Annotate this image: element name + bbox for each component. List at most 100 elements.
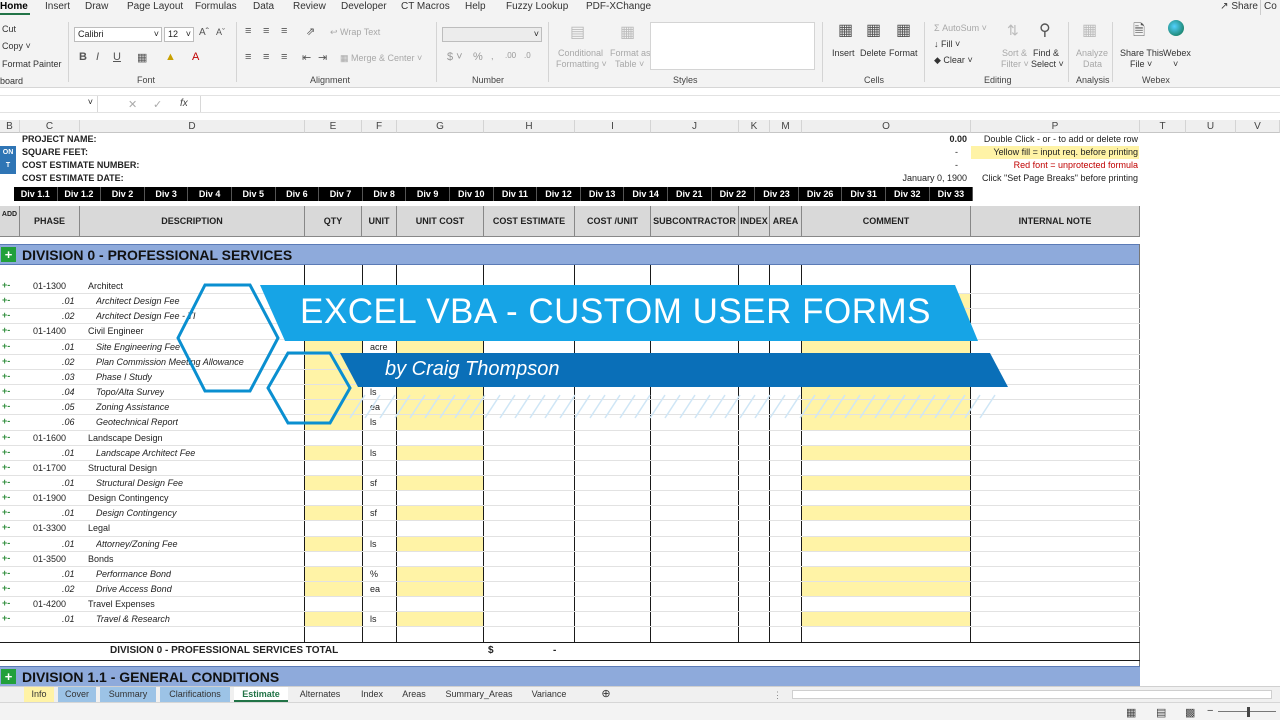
column-header-j[interactable]: J xyxy=(651,120,739,133)
zoom-out-icon[interactable]: − xyxy=(1207,705,1213,717)
phase-code-cell[interactable]: .04 xyxy=(62,386,75,399)
phase-code-cell[interactable]: 01-1300 xyxy=(33,280,66,293)
division-link-2[interactable]: Div 1.2 xyxy=(57,187,102,201)
row-add-delete-icon[interactable]: +- xyxy=(2,507,10,517)
unit-cell[interactable]: ls xyxy=(370,538,377,551)
division-link-8[interactable]: Div 7 xyxy=(319,187,363,201)
tab-help[interactable]: Help xyxy=(465,0,506,15)
phase-code-cell[interactable]: .01 xyxy=(62,507,75,520)
phase-code-cell[interactable]: 01-1900 xyxy=(33,492,66,505)
phase-code-cell[interactable]: .02 xyxy=(62,356,75,369)
input-cell[interactable] xyxy=(397,506,483,522)
percent-icon[interactable]: % xyxy=(473,51,483,63)
zoom-slider-handle[interactable] xyxy=(1247,707,1250,717)
row-add-delete-icon[interactable]: +- xyxy=(2,522,10,532)
row-add-delete-icon[interactable]: +- xyxy=(2,325,10,335)
division-link-13[interactable]: Div 12 xyxy=(537,187,581,201)
row-add-delete-icon[interactable]: +- xyxy=(2,356,10,366)
sheet-tab-summary-areas[interactable]: Summary_Areas xyxy=(436,687,522,702)
add-sheet-icon[interactable]: ⊕ xyxy=(598,687,614,702)
align-center-icon[interactable]: ≡ xyxy=(263,51,269,63)
division-link-7[interactable]: Div 6 xyxy=(275,187,320,201)
row-add-delete-icon[interactable]: +- xyxy=(2,416,10,426)
wrap-text-button[interactable]: ↩ Wrap Text xyxy=(330,27,380,38)
description-cell[interactable]: Landscape Architect Fee xyxy=(96,447,195,460)
input-cell[interactable] xyxy=(397,582,483,597)
description-cell[interactable]: Travel & Research xyxy=(96,613,170,626)
unit-cell[interactable]: ea xyxy=(370,583,380,596)
tab-formulas[interactable]: Formulas xyxy=(195,0,253,15)
description-cell[interactable]: Topo/Alta Survey xyxy=(96,386,164,399)
unit-cell[interactable]: ls xyxy=(370,613,377,626)
input-cell[interactable] xyxy=(802,612,970,628)
row-add-delete-icon[interactable]: +- xyxy=(2,583,10,593)
row-add-delete-icon[interactable]: +- xyxy=(2,553,10,563)
description-cell[interactable]: Bonds xyxy=(88,553,114,566)
phase-code-cell[interactable]: .03 xyxy=(62,371,75,384)
underline-icon[interactable]: U xyxy=(113,51,121,63)
estimate-date-value[interactable]: January 0, 1900 xyxy=(850,172,967,185)
sheet-tab-info[interactable]: Info xyxy=(24,687,54,702)
phase-code-cell[interactable]: 01-3300 xyxy=(33,522,66,535)
sheet-tab-summary[interactable]: Summary xyxy=(100,687,156,702)
phase-code-cell[interactable]: .01 xyxy=(62,295,75,308)
phase-code-cell[interactable]: 01-1600 xyxy=(33,432,66,445)
expand-plus-icon[interactable]: + xyxy=(1,669,16,684)
page-break-view-icon[interactable]: ▩ xyxy=(1185,706,1195,719)
row-add-delete-icon[interactable]: +- xyxy=(2,447,10,457)
phase-code-cell[interactable]: .01 xyxy=(62,568,75,581)
increase-font-icon[interactable]: Aˆ xyxy=(199,27,209,38)
row-add-delete-icon[interactable]: +- xyxy=(2,598,10,608)
phase-code-cell[interactable]: .02 xyxy=(62,583,75,596)
input-cell[interactable] xyxy=(397,566,483,582)
input-cell[interactable] xyxy=(397,536,483,552)
increase-indent-icon[interactable]: ⇥ xyxy=(318,51,327,64)
align-right-icon[interactable]: ≡ xyxy=(281,51,287,63)
delete-cells-label[interactable]: Delete xyxy=(860,48,886,58)
analyze-data-label[interactable]: Analyze xyxy=(1076,48,1108,58)
description-cell[interactable]: Architect xyxy=(88,280,123,293)
merge-center-button[interactable]: ▦ Merge & Center ˅ xyxy=(340,53,422,64)
input-cell[interactable] xyxy=(397,612,483,628)
comments-button[interactable]: Co xyxy=(1260,0,1280,15)
division-link-11[interactable]: Div 10 xyxy=(450,187,494,201)
align-middle-icon[interactable]: ≡ xyxy=(263,25,269,37)
page-layout-view-icon[interactable]: ▤ xyxy=(1156,706,1166,719)
row-add-delete-icon[interactable]: +- xyxy=(2,341,10,351)
phase-code-cell[interactable]: .02 xyxy=(62,310,75,323)
input-cell[interactable] xyxy=(802,582,970,597)
phase-code-cell[interactable]: .01 xyxy=(62,613,75,626)
tab-page-layout[interactable]: Page Layout xyxy=(127,0,195,15)
column-header-i[interactable]: I xyxy=(575,120,651,133)
column-header-u[interactable]: U xyxy=(1186,120,1236,133)
unit-cell[interactable]: % xyxy=(370,568,378,581)
tab-review[interactable]: Review xyxy=(293,0,341,15)
description-cell[interactable]: Structural Design Fee xyxy=(96,477,183,490)
division-link-3[interactable]: Div 2 xyxy=(101,187,145,201)
column-header-b[interactable]: B xyxy=(0,120,20,133)
division-link-16[interactable]: Div 21 xyxy=(668,187,712,201)
column-header-g[interactable]: G xyxy=(397,120,484,133)
font-size-combo[interactable]: 12 ˅ xyxy=(164,27,194,42)
enter-icon[interactable]: ✓ xyxy=(153,98,162,111)
description-cell[interactable]: Travel Expenses xyxy=(88,598,155,611)
division-link-21[interactable]: Div 32 xyxy=(886,187,930,201)
normal-view-icon[interactable]: ▦ xyxy=(1126,706,1136,719)
division-link-20[interactable]: Div 31 xyxy=(842,187,886,201)
description-cell[interactable]: Legal xyxy=(88,522,110,535)
column-header-c[interactable]: C xyxy=(20,120,80,133)
input-cell[interactable] xyxy=(802,566,970,582)
column-header-h[interactable]: H xyxy=(484,120,575,133)
description-cell[interactable]: Design Contingency xyxy=(88,492,169,505)
row-add-delete-icon[interactable]: +- xyxy=(2,386,10,396)
align-top-icon[interactable]: ≡ xyxy=(245,25,251,37)
phase-code-cell[interactable]: 01-4200 xyxy=(33,598,66,611)
tab-insert[interactable]: Insert xyxy=(45,0,85,15)
column-header-v[interactable]: V xyxy=(1236,120,1280,133)
column-header-t[interactable]: T xyxy=(1140,120,1186,133)
currency-icon[interactable]: $ ˅ xyxy=(447,51,463,63)
division-link-15[interactable]: Div 14 xyxy=(624,187,668,201)
division-link-12[interactable]: Div 11 xyxy=(493,187,538,201)
row-add-delete-icon[interactable]: +- xyxy=(2,613,10,623)
decrease-font-icon[interactable]: Aˇ xyxy=(216,27,225,37)
